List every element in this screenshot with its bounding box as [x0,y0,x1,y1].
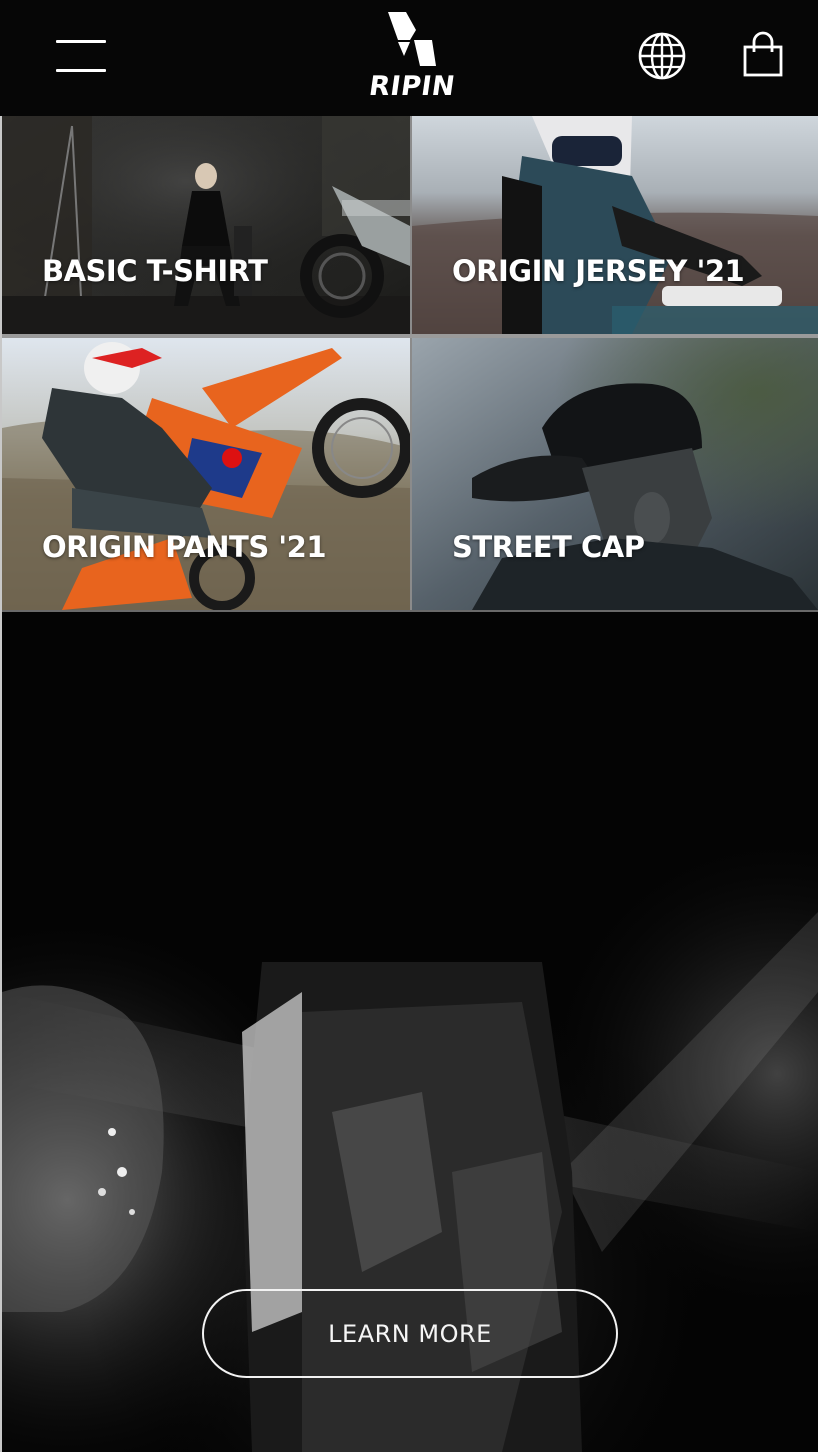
tile-label: ORIGIN JERSEY '21 [452,254,745,288]
shopping-cart-button[interactable] [740,30,786,80]
product-tile-basic-tshirt[interactable]: BASIC T-SHIRT [2,116,410,334]
menu-line-icon [56,69,106,72]
grid-divider [2,334,818,338]
menu-line-icon [56,40,106,43]
tile-label: ORIGIN PANTS '21 [42,530,327,564]
product-tile-origin-pants[interactable]: ORIGIN PANTS '21 [2,338,410,610]
globe-icon [638,32,686,80]
product-tile-origin-jersey[interactable]: ORIGIN JERSEY '21 [412,116,818,334]
tile-label: STREET CAP [452,530,645,564]
learn-more-button[interactable]: LEARN MORE [202,1289,618,1378]
hamburger-menu-button[interactable] [56,38,106,74]
ripin-mark-icon [388,12,436,66]
shopping-bag-icon [743,31,783,77]
origin-pants-photo [2,338,410,610]
brand-logo[interactable]: RIPIN [360,10,464,104]
origin-jersey-photo [412,116,818,334]
language-selector-button[interactable] [636,30,688,82]
street-cap-photo [412,338,818,610]
tile-label: BASIC T-SHIRT [42,254,268,288]
brand-wordmark: RIPIN [367,71,458,102]
product-tile-street-cap[interactable]: STREET CAP [412,338,818,610]
site-header: RIPIN [0,0,818,116]
grid-divider [410,116,412,610]
basic-tshirt-photo [2,116,410,334]
